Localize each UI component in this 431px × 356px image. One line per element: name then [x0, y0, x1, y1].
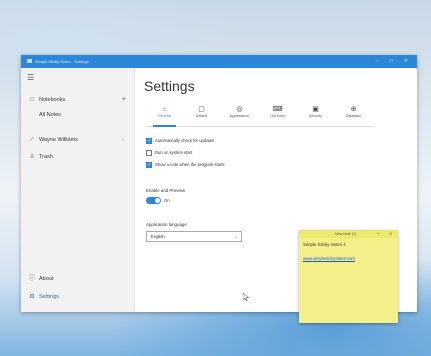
checkbox-label: Automatically check for updates	[155, 138, 215, 143]
tab-general[interactable]: ⌂ General	[147, 101, 182, 127]
run-on-start-checkbox[interactable]	[146, 150, 152, 156]
tab-label: Appearance	[229, 114, 250, 118]
sidebar-item-label: All Notes	[39, 112, 62, 118]
sidebar: ☰ □ Notebooks + All Notes ∕ Wayne Willia…	[21, 68, 135, 312]
tab-label: Database	[345, 114, 362, 118]
language-value: English	[151, 234, 165, 239]
hotkeys-icon: ⌨	[272, 106, 283, 113]
tab-default[interactable]: ▢ Default	[184, 101, 219, 126]
sidebar-item-label: Notebooks	[39, 97, 66, 103]
close-note-icon[interactable]: ✕	[389, 230, 392, 238]
note-title-bar[interactable]: New Note (1) + ✕	[299, 230, 398, 238]
tab-label: Default	[195, 114, 208, 118]
sidebar-item-about[interactable]: ⓘ About	[21, 272, 134, 286]
toggle-state: On	[164, 198, 170, 203]
preview-label: Enable and Preview	[146, 188, 186, 193]
settings-tabs: ⌂ General ▢ Default ◎ Appearance ⌨ Hot K…	[145, 101, 375, 127]
security-icon: ▣	[312, 106, 319, 113]
sidebar-item-notebooks[interactable]: □ Notebooks +	[21, 93, 134, 107]
sidebar-item-label: Trash	[39, 154, 53, 160]
tab-appearance[interactable]: ◎ Appearance	[222, 101, 257, 126]
pen-icon: ∕	[31, 137, 33, 143]
tab-label: Security	[309, 114, 322, 118]
checkbox-label: Run on system start	[155, 150, 193, 155]
sidebar-item-wayne-williams[interactable]: ∕ Wayne Williams ›	[21, 133, 134, 147]
mouse-cursor-icon	[243, 293, 249, 301]
info-icon: ⓘ	[28, 276, 35, 282]
app-icon	[27, 59, 32, 63]
checkbox-label: Show a note when the program starts	[155, 162, 225, 167]
page-title: Settings	[144, 78, 195, 94]
minimize-button[interactable]: –	[372, 58, 382, 65]
tab-label: Hot Keys	[270, 114, 285, 118]
title-bar[interactable]: Simple Sticky Notes - Settings – □ ✕	[21, 55, 417, 68]
chevron-down-icon: ⌵	[233, 234, 237, 239]
sidebar-item-trash[interactable]: ≡ Trash	[21, 150, 134, 164]
window-title: Simple Sticky Notes - Settings	[35, 59, 89, 64]
general-icon: ⌂	[162, 106, 167, 113]
note-text: Simple Sticky Notes 4	[303, 242, 346, 247]
auto-update-checkbox[interactable]: ✓	[146, 138, 152, 144]
hamburger-menu-icon[interactable]: ☰	[27, 73, 36, 82]
sidebar-item-label: Settings	[39, 294, 59, 300]
sidebar-item-all-notes[interactable]: All Notes	[21, 108, 134, 122]
sidebar-item-label: About	[39, 276, 54, 282]
toggle-knob	[155, 198, 160, 203]
trash-icon: ≡	[30, 154, 34, 160]
add-notebook-icon[interactable]: +	[122, 93, 126, 107]
default-icon: ▢	[198, 106, 205, 113]
tab-hot-keys[interactable]: ⌨ Hot Keys	[260, 101, 295, 126]
note-link[interactable]: www.simplestickynotes.com	[303, 256, 355, 261]
preview-toggle[interactable]	[146, 197, 161, 204]
language-label: Application language	[146, 222, 187, 227]
sticky-note[interactable]: New Note (1) + ✕ Simple Sticky Notes 4 w…	[299, 230, 398, 323]
close-button[interactable]: ✕	[401, 58, 411, 65]
maximize-button[interactable]: □	[386, 58, 396, 65]
tab-label: General	[158, 114, 171, 118]
tab-database[interactable]: ⊕ Database	[336, 101, 371, 126]
sidebar-item-settings[interactable]: ⚙ Settings	[21, 290, 134, 304]
language-select[interactable]: English ⌵	[146, 231, 242, 242]
notebook-icon: □	[30, 97, 34, 103]
sidebar-item-label: Wayne Williams	[39, 137, 78, 143]
appearance-icon: ◎	[236, 106, 243, 113]
show-note-checkbox[interactable]: ✓	[146, 162, 152, 168]
chevron-right-icon: ›	[122, 137, 124, 143]
gear-icon: ⚙	[29, 294, 35, 300]
add-note-icon[interactable]: +	[377, 230, 379, 238]
note-bar-title: New Note (1)	[335, 232, 357, 236]
database-icon: ⊕	[350, 106, 357, 113]
tab-security[interactable]: ▣ Security	[298, 101, 333, 126]
